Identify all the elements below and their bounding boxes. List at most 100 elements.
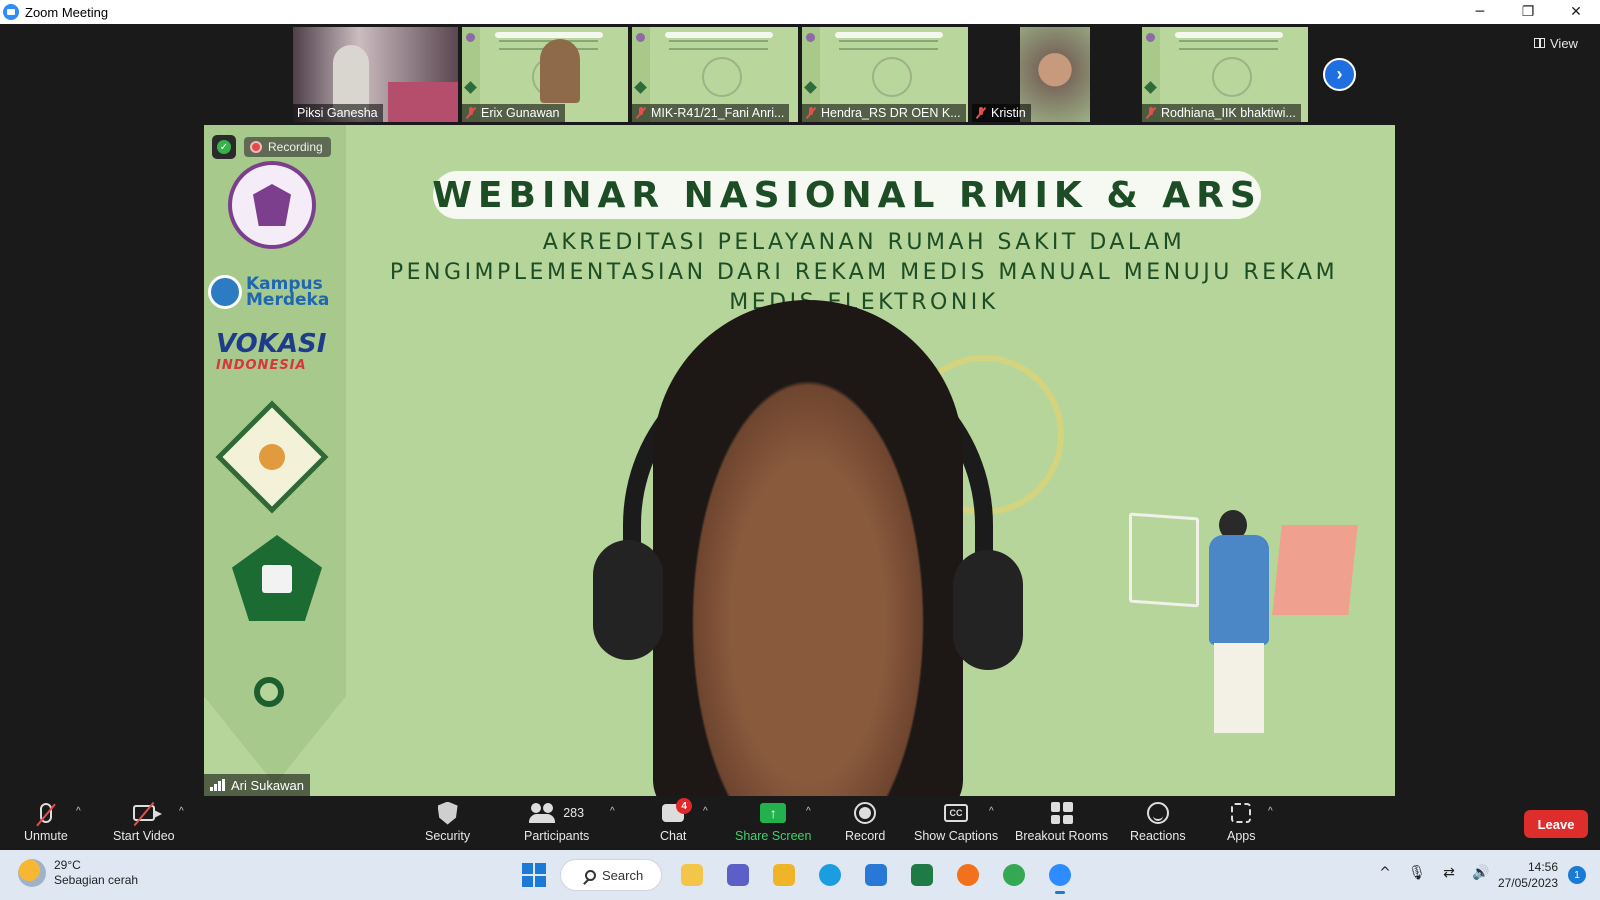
chat-bubble-icon: 4 (662, 798, 693, 822)
participant-name: Kristin (972, 104, 1031, 122)
next-page-button[interactable]: › (1323, 58, 1356, 91)
speaker-face (653, 300, 963, 796)
recording-badge[interactable]: Recording (244, 137, 331, 157)
folder-icon[interactable] (768, 859, 800, 891)
weather-widget[interactable]: 29°C Sebagian cerah (18, 858, 138, 888)
edge-icon[interactable] (814, 859, 846, 891)
participant-tile[interactable]: Piksi Ganesha (293, 27, 458, 122)
captions-options-caret[interactable]: ^ (989, 806, 994, 817)
window-controls: ─ ❐ ✕ (1456, 0, 1600, 24)
speaker-person (593, 300, 1023, 796)
apps-icon (1231, 803, 1252, 823)
slide-banner: WEBINAR NASIONAL RMIK & ARS (432, 171, 1261, 219)
closed-captions-icon: CC (944, 804, 969, 822)
taskbar-search[interactable]: Search (560, 859, 662, 891)
participant-video (540, 39, 580, 103)
reactions-button[interactable]: Reactions (1130, 800, 1186, 843)
volume-icon[interactable]: 🔊 (1472, 864, 1490, 882)
muted-mic-icon (466, 107, 476, 119)
participant-name: Rodhiana_IIK bhaktiwi... (1142, 104, 1301, 122)
security-shield-icon (437, 801, 458, 825)
recording-dot-icon (250, 141, 262, 153)
share-options-caret[interactable]: ^ (806, 806, 811, 817)
video-off-icon (132, 805, 162, 821)
participant-name: Hendra_RS DR OEN K... (802, 104, 966, 122)
chat-button[interactable]: 4 Chat (660, 798, 693, 843)
participant-tile[interactable]: Kristin (972, 27, 1138, 122)
breakout-rooms-button[interactable]: Breakout Rooms (1015, 800, 1108, 843)
weather-condition: Sebagian cerah (54, 873, 139, 887)
participant-tile[interactable]: Hendra_RS DR OEN K... (802, 27, 968, 122)
participant-tile[interactable]: Rodhiana_IIK bhaktiwi... (1142, 27, 1308, 122)
meeting-area: Piksi Ganesha Erix Gunawan MIK-R41/21_Fa… (0, 24, 1600, 796)
title-bar: Zoom Meeting ─ ❐ ✕ (0, 0, 1600, 24)
participant-tile[interactable]: MIK-R41/21_Fani Anri... (632, 27, 798, 122)
share-screen-button[interactable]: ↑ Share Screen (735, 800, 811, 843)
participants-icon (529, 803, 557, 823)
minimize-button[interactable]: ─ (1456, 0, 1504, 24)
breakout-rooms-icon (1050, 802, 1073, 824)
video-options-caret[interactable]: ^ (179, 806, 184, 817)
window-title: Zoom Meeting (25, 4, 109, 20)
security-button[interactable]: Security (425, 800, 470, 843)
speaker-name-tag: Ari Sukawan (204, 774, 310, 796)
active-speaker-video[interactable]: Kampus Merdeka VOKASI INDONESIA ✓ Recordin… (204, 125, 1395, 796)
os-taskbar: 29°C Sebagian cerah Search ^ 🎙 ⇄ 🔊 14:56… (0, 850, 1600, 900)
apps-button[interactable]: Apps (1227, 800, 1256, 843)
system-tray: ^ 🎙 ⇄ 🔊 (1376, 864, 1490, 882)
decorative-ring (254, 677, 284, 707)
participant-name: Erix Gunawan (462, 104, 565, 122)
politeknik-logo (228, 161, 316, 249)
record-icon (854, 802, 877, 824)
muted-microphone-icon (39, 803, 52, 823)
taskbar-apps: Search (522, 858, 1076, 894)
headphone-cup (593, 540, 663, 660)
notification-badge[interactable]: 1 (1568, 866, 1586, 884)
vokasi-logo: VOKASI INDONESIA (216, 329, 327, 373)
kampus-merdeka-emblem-icon (208, 275, 242, 309)
muted-mic-icon (1146, 107, 1156, 119)
microphone-icon[interactable]: 🎙 (1408, 864, 1426, 882)
apps-options-caret[interactable]: ^ (1268, 806, 1273, 817)
muted-mic-icon (636, 107, 646, 119)
recording-indicator: ✓ Recording (212, 135, 331, 159)
mail-icon[interactable] (860, 859, 892, 891)
restore-button[interactable]: ❐ (1504, 0, 1552, 24)
windows-start-icon[interactable] (522, 863, 546, 887)
chat-options-caret[interactable]: ^ (703, 806, 708, 817)
excel-icon[interactable] (906, 859, 938, 891)
chevron-up-icon[interactable]: ^ (1376, 864, 1394, 882)
audio-options-caret[interactable]: ^ (76, 806, 81, 817)
show-captions-button[interactable]: CC Show Captions (914, 800, 998, 843)
firefox-icon[interactable] (952, 859, 984, 891)
chrome-icon[interactable] (998, 859, 1030, 891)
teams-icon[interactable] (722, 859, 754, 891)
start-video-button[interactable]: Start Video (113, 800, 175, 843)
share-screen-icon: ↑ (760, 803, 787, 823)
zoom-icon[interactable] (1044, 859, 1076, 894)
participant-name: MIK-R41/21_Fani Anri... (632, 104, 790, 122)
kampus-merdeka-logo: Kampus Merdeka (208, 267, 344, 317)
muted-mic-icon (806, 107, 816, 119)
slide-illustration (1129, 505, 1359, 740)
view-button[interactable]: View (1534, 32, 1578, 54)
participants-count: 283 (563, 806, 585, 820)
participants-options-caret[interactable]: ^ (610, 806, 615, 817)
grid-view-icon (1534, 38, 1545, 48)
zoom-logo-icon (3, 4, 19, 20)
encryption-shield-icon[interactable]: ✓ (212, 135, 236, 159)
participant-tile[interactable]: Erix Gunawan (462, 27, 628, 122)
record-button[interactable]: Record (845, 800, 885, 843)
temperature: 29°C (54, 858, 81, 872)
video-background (388, 82, 458, 122)
close-button[interactable]: ✕ (1552, 0, 1600, 24)
task-view-icon[interactable] (676, 859, 708, 891)
smiley-icon (1146, 802, 1169, 824)
participants-button[interactable]: 283 Participants (524, 800, 589, 843)
system-clock[interactable]: 14:56 27/05/2023 (1498, 859, 1558, 891)
unmute-button[interactable]: Unmute (24, 800, 68, 843)
leave-button[interactable]: Leave (1524, 810, 1588, 838)
network-icon[interactable]: ⇄ (1440, 864, 1458, 882)
muted-mic-icon (976, 107, 986, 119)
clock-time: 14:56 (1527, 860, 1558, 874)
